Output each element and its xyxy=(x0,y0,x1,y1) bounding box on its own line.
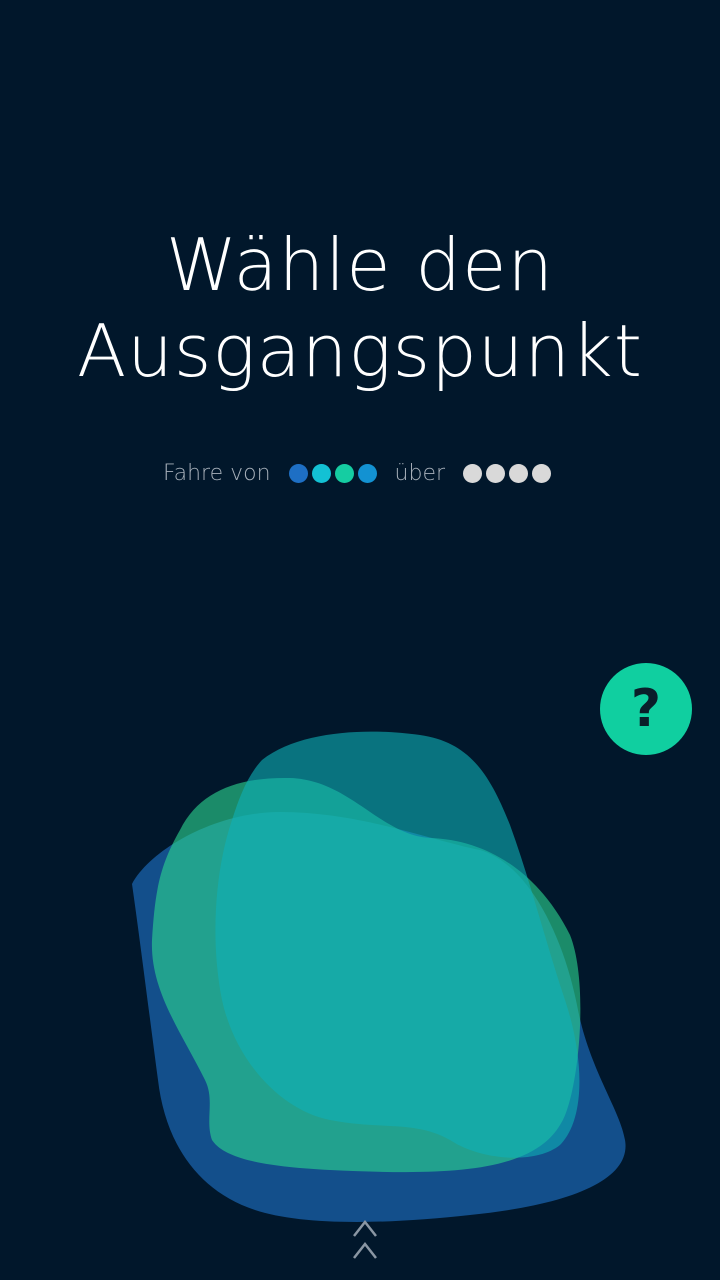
via-dot-1 xyxy=(463,463,483,483)
title-line-1: Wähle den xyxy=(165,223,555,307)
via-dot-3 xyxy=(509,463,529,483)
from-dots xyxy=(287,463,379,483)
from-dot-1 xyxy=(288,463,308,483)
page-title: Wähle den Ausgangspunkt xyxy=(0,222,720,394)
start-point-screen: Wähle den Ausgangspunkt Fahre von über ? xyxy=(0,0,720,1280)
via-dots xyxy=(461,463,553,483)
chevron-lower xyxy=(353,1241,377,1259)
from-dot-4 xyxy=(357,463,377,483)
via-label: über xyxy=(394,460,446,486)
double-chevron-up-icon[interactable] xyxy=(345,1216,385,1264)
start-point-blob[interactable] xyxy=(0,700,720,1260)
route-summary: Fahre von über xyxy=(0,456,720,490)
via-dot-2 xyxy=(486,463,506,483)
via-dot-4 xyxy=(532,463,552,483)
from-label: Fahre von xyxy=(162,460,271,486)
chevron-upper xyxy=(353,1219,377,1237)
from-dot-3 xyxy=(334,463,354,483)
from-dot-2 xyxy=(311,463,331,483)
title-line-2: Ausgangspunkt xyxy=(77,309,643,393)
